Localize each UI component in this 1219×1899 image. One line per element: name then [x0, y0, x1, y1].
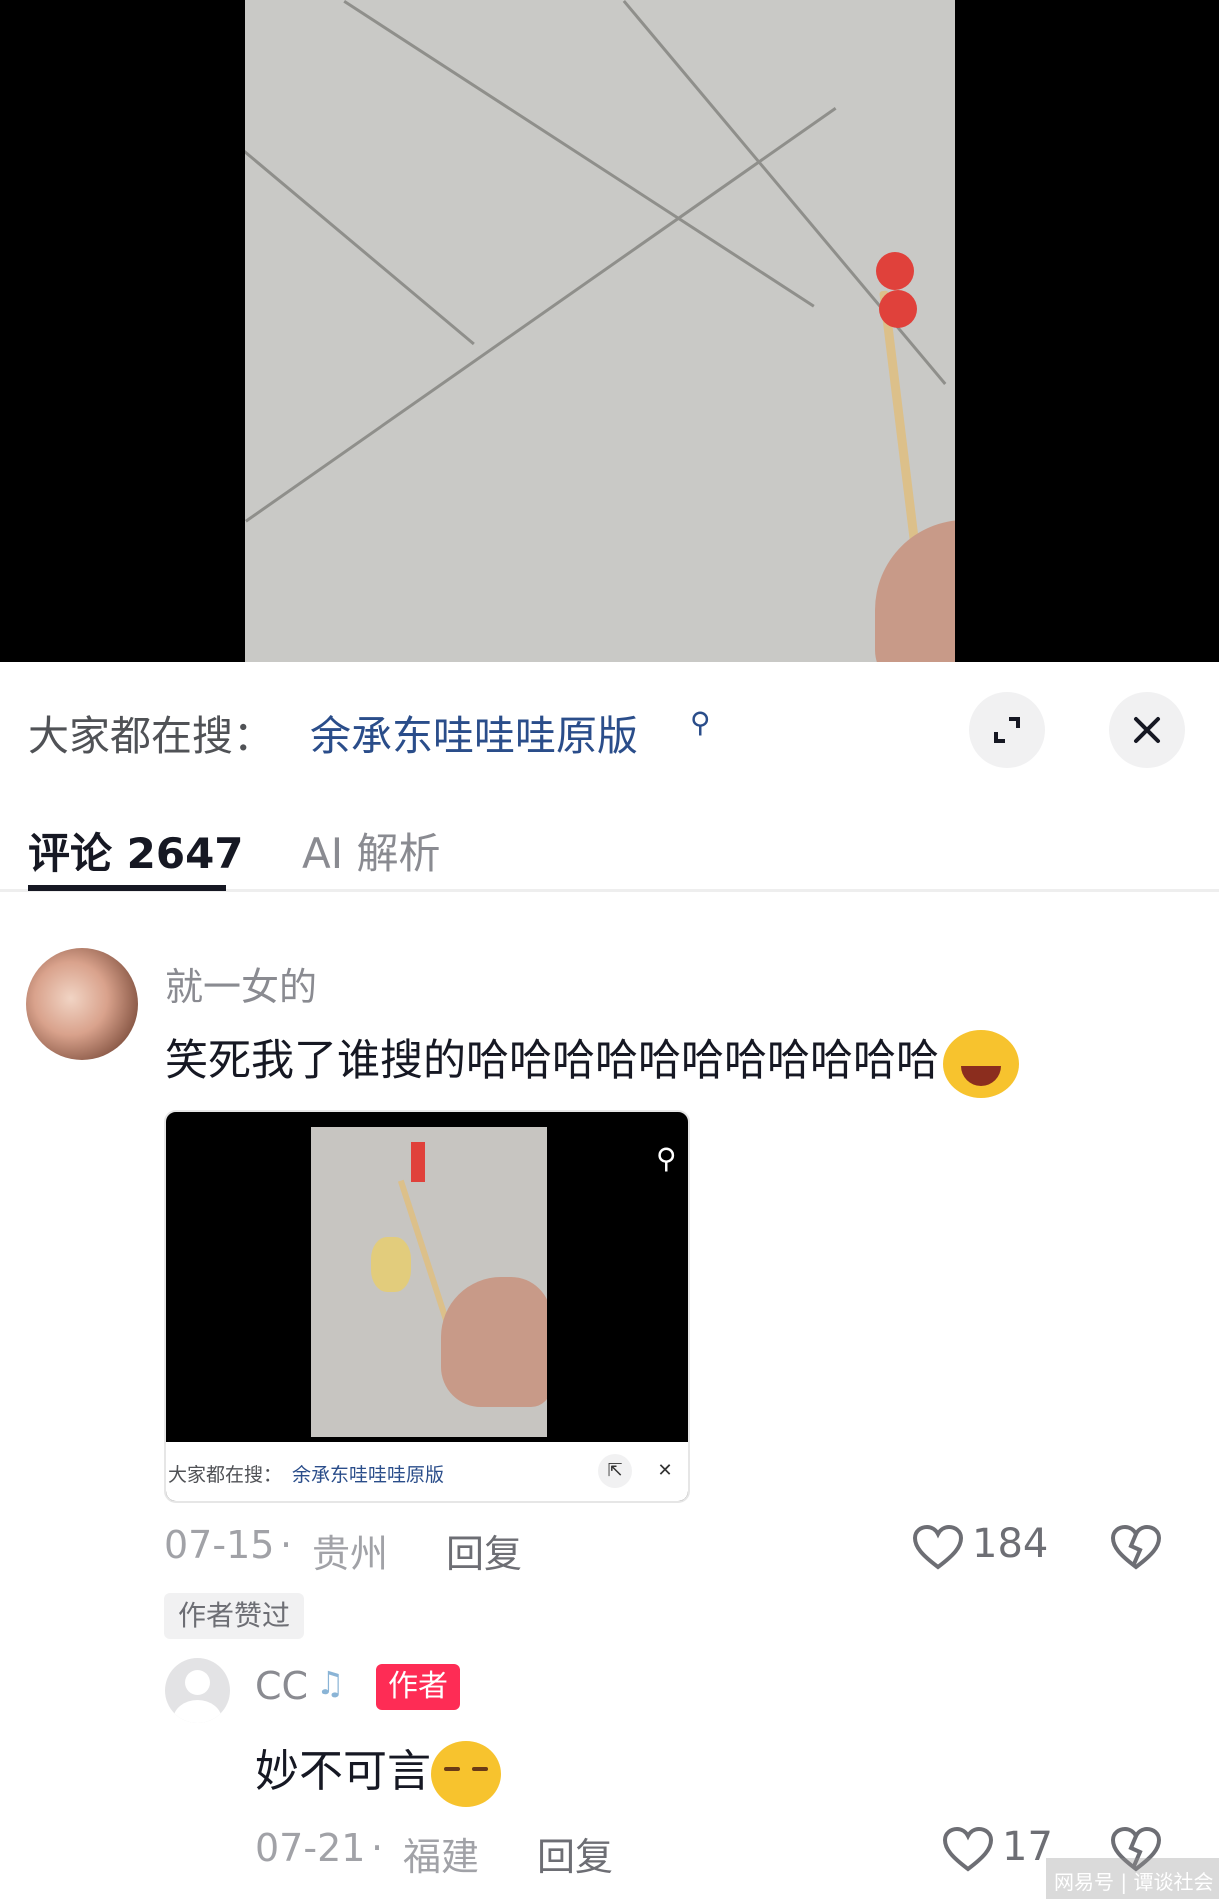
thumbnail-search-bar: 大家都在搜： 余承东哇哇哇原版 ⇱ ✕: [166, 1442, 688, 1501]
thumbnail-search-prefix: 大家都在搜：: [168, 1464, 283, 1486]
reply-location: 福建: [403, 1835, 480, 1879]
trending-search-link[interactable]: 余承东哇哇哇原版: [310, 702, 638, 762]
comment-image[interactable]: ⚲ 大家都在搜： 余承东哇哇哇原版 ⇱ ✕: [164, 1110, 690, 1503]
comment-text: 笑死我了谁搜的哈哈哈哈哈哈哈哈哈哈哈: [165, 1026, 1019, 1098]
active-tab-indicator: [28, 885, 226, 891]
expand-button[interactable]: [969, 692, 1045, 768]
avatar[interactable]: [26, 948, 138, 1060]
reply-text-content: 妙不可言: [255, 1746, 431, 1797]
tab-bar: 评论 2647 AI 解析: [0, 792, 1219, 892]
smiling-closed-eyes-emoji-icon: [431, 1741, 501, 1807]
reply-button[interactable]: 回复: [537, 1826, 613, 1881]
video-player[interactable]: [0, 0, 1219, 662]
expand-icon: [994, 717, 1020, 743]
video-frame[interactable]: [245, 0, 955, 662]
search-prefix-label: 大家都在搜：: [28, 712, 274, 760]
tab-comments[interactable]: 评论 2647: [28, 820, 244, 881]
comment-date: 07-15: [164, 1523, 275, 1567]
like-heart-icon[interactable]: [912, 1524, 964, 1570]
comment-username[interactable]: 就一女的: [165, 956, 317, 1011]
close-icon: ✕: [657, 1460, 673, 1481]
author-badge: 作者: [376, 1664, 460, 1710]
music-note-icon: ♫: [316, 1664, 345, 1702]
hand-image: [875, 520, 955, 662]
reply-button[interactable]: 回复: [446, 1523, 522, 1578]
like-heart-icon[interactable]: [942, 1826, 994, 1872]
avatar[interactable]: [165, 1658, 230, 1723]
reply-text: 妙不可言: [255, 1735, 501, 1807]
laughing-tears-emoji-icon: [943, 1029, 1019, 1098]
reply-date: 07-21: [255, 1826, 366, 1870]
close-button[interactable]: [1109, 692, 1185, 768]
dislike-broken-heart-icon[interactable]: [1110, 1524, 1162, 1570]
watermark: 网易号 | 谭谈社会: [1054, 1870, 1214, 1894]
trending-search-bar[interactable]: 大家都在搜： 余承东哇哇哇原版 ⚲: [0, 662, 1219, 792]
thumbnail-search-link: 余承东哇哇哇原版: [292, 1464, 445, 1486]
comment-location: 贵州: [312, 1532, 389, 1576]
expand-icon: ⇱: [598, 1454, 632, 1488]
close-icon: [1134, 717, 1160, 743]
comment-text-content: 笑死我了谁搜的哈哈哈哈哈哈哈哈哈哈哈: [165, 1036, 939, 1086]
magnifier-icon: ⚲: [690, 706, 711, 739]
author-liked-badge: 作者赞过: [164, 1593, 305, 1639]
thumbnail-video-frame: [311, 1127, 547, 1437]
tab-ai-analysis[interactable]: AI 解析: [302, 820, 440, 881]
meta-separator: ·: [371, 1826, 384, 1870]
like-count: 184: [972, 1521, 1049, 1567]
meta-separator: ·: [280, 1523, 293, 1567]
search-icon: ⚲: [656, 1142, 677, 1175]
reply-username[interactable]: CC: [255, 1664, 308, 1708]
